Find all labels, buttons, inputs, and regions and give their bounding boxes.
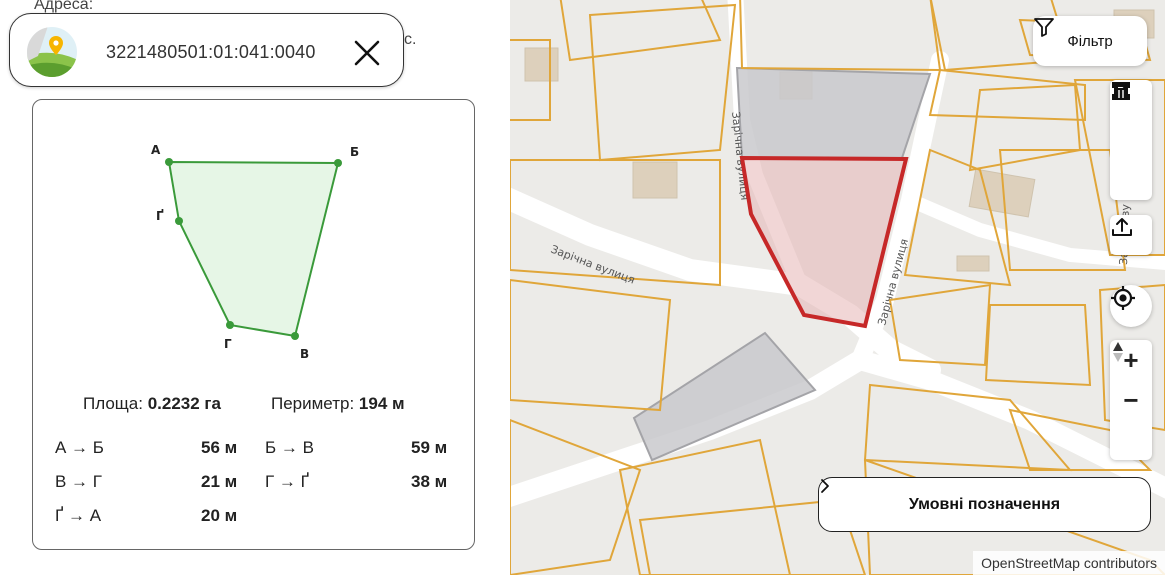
chevron-right-icon [821,479,829,493]
address-fragment: с. [404,31,417,48]
draw-tools [1110,80,1152,200]
zoom-controls: + − [1110,340,1152,460]
segment-length: 21 м [201,472,238,491]
segment-label: А → Б [55,438,104,457]
segment-length: 59 м [411,438,448,457]
legend-label: Умовні позначення [908,495,1061,513]
perimeter-stat: Периметр: 194 м [271,394,405,414]
clear-drawing-button[interactable] [1110,82,1152,200]
parcel-shape-polygon [167,160,340,338]
perimeter-value: 194 м [358,394,405,413]
segment-label: Г → Ґ [265,472,309,491]
vertex-label-a: А [151,143,161,157]
zoom-out-button[interactable]: − [1110,380,1152,420]
cadastral-number-field[interactable]: 3221480501:01:041:0040 [106,42,316,63]
vertex-label-b: Б [350,145,359,159]
parcel-details-card: А Б В Г Ґ Площа: 0.2232 га Периметр: 194… [32,99,475,550]
address-label: Адреса: [34,0,94,13]
filter-label: Фільтр [1067,32,1113,50]
locate-tool [1110,285,1152,327]
map-pin-logo-icon [27,27,77,77]
parcel-shape-diagram: А Б В Г Ґ [151,143,359,361]
segment-length: 20 м [201,506,238,525]
segment-label: Ґ → А [55,506,102,525]
vertex-label-v: В [300,347,309,361]
vertex-point-gg [175,217,183,225]
parcel-info-panel: Адреса: с. 3221480501:01:041:0040 А Б В … [0,0,510,575]
legend-button[interactable]: Умовні позначення [818,477,1151,532]
funnel-icon [1034,18,1054,37]
area-stat: Площа: 0.2232 га [83,394,221,414]
close-icon[interactable] [350,36,384,70]
segment-label: В → Г [55,472,102,491]
area-label: Площа: [83,394,143,413]
locate-icon [1111,286,1135,310]
search-card[interactable]: 3221480501:01:041:0040 [9,13,404,87]
reset-north-button[interactable] [1110,342,1152,460]
trash-icon [1113,82,1129,100]
measure-area-button[interactable] [1110,82,1152,160]
vertex-point-a [165,158,173,166]
area-value: 0.2232 га [147,394,221,413]
vertex-label-gg: Ґ [156,209,164,223]
filter-button[interactable]: Фільтр [1033,16,1147,66]
compass-icon [1113,342,1123,362]
export-button[interactable] [1110,215,1152,255]
vertex-label-g: Г [224,337,232,351]
segment-length: 56 м [201,438,238,457]
vertex-point-v [291,332,299,340]
perimeter-label: Периметр: [271,394,355,413]
export-tool [1110,215,1152,255]
segment-label: Б → В [265,438,314,457]
map-view[interactable]: Зарічна вулиця Зарічна вулиця Зарічна ву… [510,0,1165,575]
map-attribution[interactable]: OpenStreetMap contributors [973,551,1165,575]
vertex-point-b [334,159,342,167]
locate-me-button[interactable] [1110,285,1152,327]
vertex-point-g [226,321,234,329]
minus-icon: − [1123,385,1139,415]
segment-length: 38 м [411,472,448,491]
upload-icon [1112,218,1132,236]
